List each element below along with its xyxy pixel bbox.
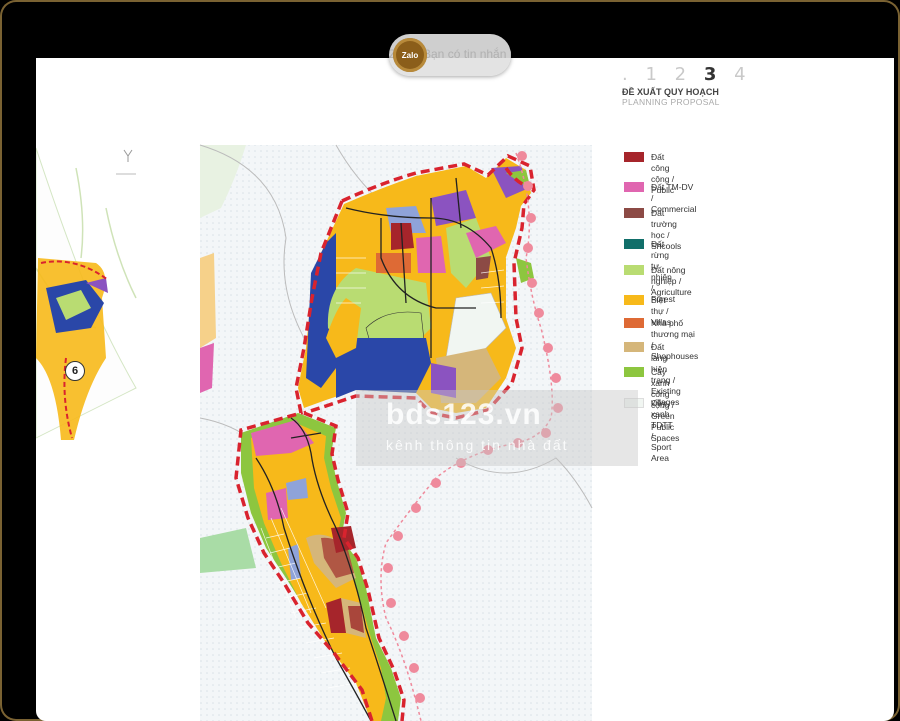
legend-swatch: [624, 367, 644, 377]
zalo-logo-icon: Zalo: [393, 38, 427, 72]
watermark-main: bds123.vn: [386, 398, 542, 431]
legend-swatch: [624, 208, 644, 218]
watermark: bds123.vn kênh thông tin nhà đất: [356, 390, 638, 466]
zalo-notification[interactable]: Zalo - Bạn có tin nhắn mới Zalo: [389, 34, 511, 76]
legend-item-agriculture: Đất nông nghiệp / Agriculture: [624, 265, 692, 298]
legend-swatch: [624, 342, 644, 352]
step-dot: .: [622, 64, 634, 85]
device-frame: 6 . 1 2 3 4 ĐỀ XUẤT QUY HOẠCH PLANNING P…: [0, 0, 900, 721]
page-subtitle: PLANNING PROPOSAL: [622, 97, 720, 107]
legend-label: Đất nông nghiệp / Agriculture: [651, 265, 692, 297]
zalo-logo-text: Zalo: [401, 50, 419, 60]
legend-swatch: [624, 318, 644, 328]
watermark-sub: kênh thông tin nhà đất: [386, 437, 569, 453]
legend-label: Cây xanh TDTT / Sport Area: [651, 398, 673, 463]
legend-swatch: [624, 265, 644, 275]
step-3-current: 3: [703, 64, 723, 85]
legend-swatch: [624, 295, 644, 305]
inset-minimap: [36, 147, 137, 440]
planning-page: 6 . 1 2 3 4 ĐỀ XUẤT QUY HOẠCH PLANNING P…: [36, 58, 894, 721]
step-header: . 1 2 3 4 ĐỀ XUẤT QUY HOẠCH PLANNING PRO…: [622, 64, 752, 107]
legend-swatch: [624, 152, 644, 162]
inset-number-badge: 6: [65, 361, 85, 381]
legend-swatch: [624, 239, 644, 249]
legend-swatch: [624, 182, 644, 192]
step-2: 2: [674, 64, 693, 85]
page-title: ĐỀ XUẤT QUY HOẠCH: [622, 87, 719, 97]
step-4: 4: [734, 64, 752, 85]
step-1: 1: [645, 64, 663, 85]
step-indicator: . 1 2 3 4: [622, 64, 752, 85]
